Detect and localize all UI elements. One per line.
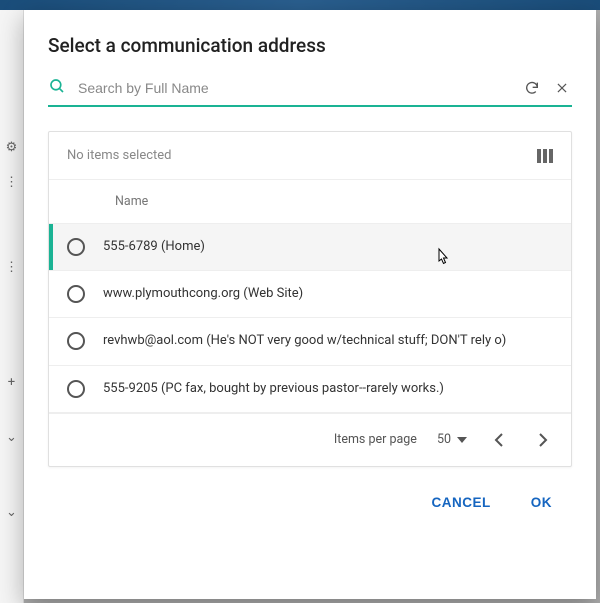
- radio-icon[interactable]: [67, 238, 85, 256]
- drag-handle-icon: ⋮: [5, 175, 18, 190]
- row-text: www.plymouthcong.org (Web Site): [103, 285, 313, 303]
- prev-page-button[interactable]: [487, 428, 511, 452]
- items-per-page-label: Items per page: [334, 432, 417, 447]
- row-text: 555-6789 (Home): [103, 238, 215, 256]
- table-row[interactable]: www.plymouthcong.org (Web Site): [49, 271, 571, 318]
- chevron-down-icon: ⌄: [6, 430, 17, 445]
- pagination: Items per page 50: [49, 413, 571, 466]
- search-icon: [48, 77, 66, 99]
- table-row[interactable]: revhwb@aol.com (He's NOT very good w/tec…: [49, 318, 571, 365]
- table-row[interactable]: 555-9205 (PC fax, bought by previous pas…: [49, 366, 571, 413]
- search-input[interactable]: [76, 79, 512, 97]
- row-text: 555-9205 (PC fax, bought by previous pas…: [103, 380, 454, 398]
- dialog-title: Select a communication address: [48, 34, 572, 57]
- clear-icon[interactable]: [552, 78, 572, 98]
- cursor-pointer-icon: [433, 247, 451, 273]
- radio-icon[interactable]: [67, 332, 85, 350]
- chevron-down-icon: ⌄: [6, 505, 17, 520]
- column-header-name: Name: [49, 180, 571, 224]
- gear-icon: ⚙: [6, 140, 18, 155]
- next-page-button[interactable]: [531, 428, 555, 452]
- plus-icon: +: [8, 375, 15, 390]
- items-per-page-select[interactable]: 50: [437, 432, 467, 447]
- row-text: revhwb@aol.com (He's NOT very good w/tec…: [103, 332, 516, 350]
- drag-handle-icon: ⋮: [5, 260, 18, 275]
- cancel-button[interactable]: CANCEL: [424, 489, 499, 516]
- ok-button[interactable]: OK: [523, 489, 560, 516]
- dialog-actions: CANCEL OK: [48, 479, 572, 516]
- refresh-icon[interactable]: [522, 78, 542, 98]
- items-per-page-value: 50: [437, 432, 451, 447]
- radio-icon[interactable]: [67, 285, 85, 303]
- table-row[interactable]: 555-6789 (Home): [49, 224, 571, 271]
- select-address-dialog: Select a communication address No items …: [24, 10, 596, 599]
- search-bar: [48, 77, 572, 107]
- radio-icon[interactable]: [67, 380, 85, 398]
- caret-down-icon: [457, 437, 467, 443]
- selection-status: No items selected: [67, 148, 172, 163]
- results-table: No items selected Name 555-6789 (Home) w…: [48, 131, 572, 467]
- columns-icon[interactable]: [537, 149, 553, 163]
